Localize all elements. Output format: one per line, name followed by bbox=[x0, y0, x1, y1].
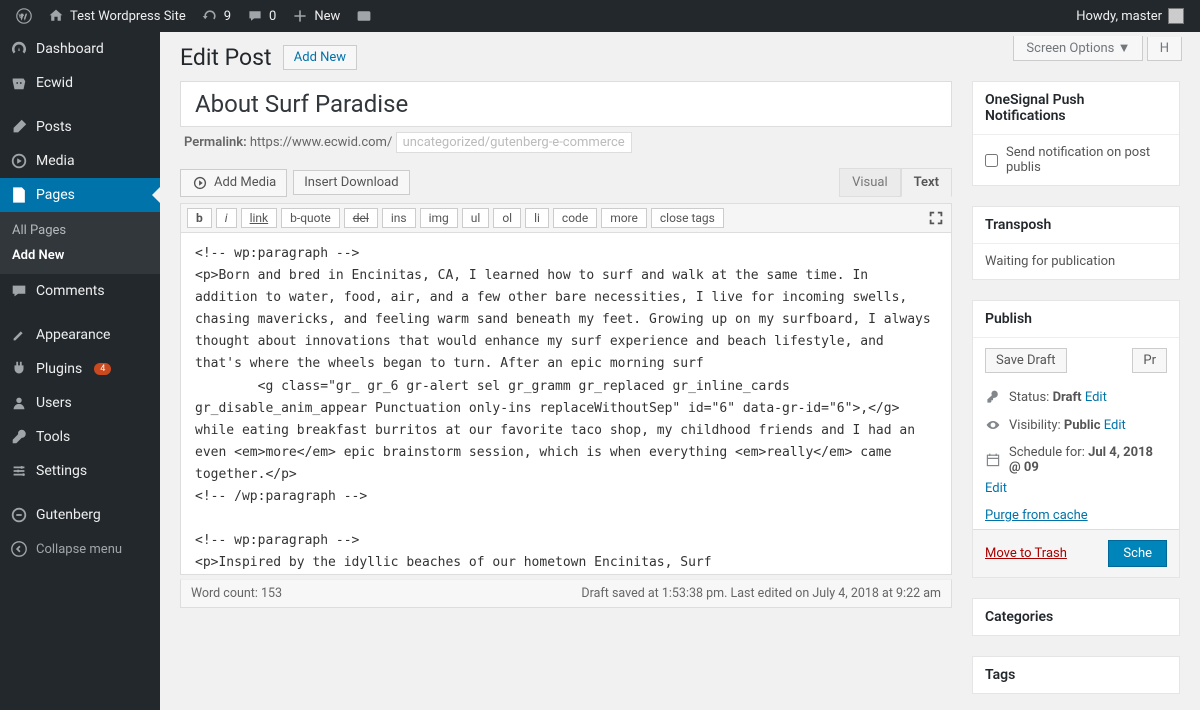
menu-dashboard[interactable]: Dashboard bbox=[0, 32, 160, 66]
visibility-row: Visibility: Public Edit bbox=[973, 411, 1179, 439]
onesignal-label: Send notification on post publis bbox=[1006, 145, 1167, 175]
menu-posts[interactable]: Posts bbox=[0, 110, 160, 144]
menu-pages[interactable]: Pages bbox=[0, 178, 160, 212]
edit-schedule[interactable]: Edit bbox=[985, 481, 1007, 496]
word-count: Word count: 153 bbox=[191, 586, 282, 601]
comments-count: 0 bbox=[269, 9, 276, 24]
content-area: Screen Options ▼ H Edit Post Add New Per… bbox=[160, 32, 1200, 710]
status-row: Status: Draft Edit bbox=[973, 383, 1179, 411]
box-tags-title: Tags bbox=[973, 657, 1179, 693]
woocommerce-icon[interactable] bbox=[348, 0, 380, 32]
box-tags[interactable]: Tags bbox=[972, 656, 1180, 694]
site-home[interactable]: Test Wordpress Site bbox=[40, 0, 194, 32]
qt-link[interactable]: link bbox=[241, 208, 278, 228]
box-transposh-text: Waiting for publication bbox=[973, 244, 1179, 279]
box-categories-title: Categories bbox=[973, 599, 1179, 635]
box-publish: Publish Save Draft Pr Status: Draft Edit… bbox=[972, 300, 1180, 578]
qt-blockquote[interactable]: b-quote bbox=[281, 208, 340, 228]
edit-status[interactable]: Edit bbox=[1085, 390, 1107, 405]
page-heading: Edit Post bbox=[180, 44, 272, 71]
admin-menu: Dashboard Ecwid Posts Media Pages All Pa… bbox=[0, 32, 160, 710]
menu-users[interactable]: Users bbox=[0, 386, 160, 420]
howdy-text: Howdy, master bbox=[1076, 9, 1162, 24]
menu-settings[interactable]: Settings bbox=[0, 454, 160, 488]
move-to-trash[interactable]: Move to Trash bbox=[985, 546, 1067, 561]
tab-text[interactable]: Text bbox=[901, 168, 952, 197]
submenu-add-new[interactable]: Add New bbox=[0, 243, 160, 268]
new-content[interactable]: New bbox=[284, 0, 348, 32]
plugins-badge: 4 bbox=[94, 363, 111, 375]
permalink-row: Permalink: https://www.ecwid.com/ uncate… bbox=[180, 127, 952, 168]
permalink-label: Permalink: bbox=[184, 135, 247, 150]
box-publish-title: Publish bbox=[973, 301, 1179, 338]
post-title-input[interactable] bbox=[180, 81, 952, 127]
tab-visual[interactable]: Visual bbox=[839, 168, 901, 197]
qt-del[interactable]: del bbox=[344, 208, 378, 228]
avatar bbox=[1168, 8, 1184, 24]
purge-cache-link[interactable]: Purge from cache bbox=[985, 508, 1088, 523]
add-media-button[interactable]: Add Media bbox=[180, 169, 287, 197]
save-draft-button[interactable]: Save Draft bbox=[985, 348, 1067, 373]
admin-toolbar: Test Wordpress Site 9 0 New Howdy, maste… bbox=[0, 0, 1200, 32]
onesignal-checkbox[interactable] bbox=[985, 154, 998, 167]
qt-ins[interactable]: ins bbox=[382, 208, 416, 228]
box-onesignal: OneSignal Push Notifications Send notifi… bbox=[972, 81, 1180, 186]
qt-more[interactable]: more bbox=[601, 208, 647, 228]
permalink-slug[interactable]: uncategorized/gutenberg-e-commerce bbox=[396, 132, 632, 153]
eye-icon bbox=[985, 417, 1001, 433]
menu-comments[interactable]: Comments bbox=[0, 274, 160, 308]
insert-download-button[interactable]: Insert Download bbox=[293, 170, 409, 195]
menu-ecwid[interactable]: Ecwid bbox=[0, 66, 160, 100]
post-content-editor[interactable] bbox=[180, 233, 952, 575]
box-transposh: Transposh Waiting for publication bbox=[972, 206, 1180, 280]
editor-status-bar: Word count: 153 Draft saved at 1:53:38 p… bbox=[180, 579, 952, 608]
updates[interactable]: 9 bbox=[194, 0, 239, 32]
submenu-all-pages[interactable]: All Pages bbox=[0, 218, 160, 243]
schedule-button[interactable]: Sche bbox=[1108, 540, 1167, 567]
qt-bold[interactable]: b bbox=[187, 208, 212, 228]
qt-code[interactable]: code bbox=[553, 208, 597, 228]
qt-img[interactable]: img bbox=[420, 208, 458, 228]
comments-bubble[interactable]: 0 bbox=[239, 0, 284, 32]
edit-visibility[interactable]: Edit bbox=[1104, 418, 1126, 433]
submenu-pages: All Pages Add New bbox=[0, 212, 160, 274]
wp-logo[interactable] bbox=[8, 0, 40, 32]
menu-gutenberg[interactable]: Gutenberg bbox=[0, 498, 160, 532]
calendar-icon bbox=[985, 452, 1001, 468]
menu-plugins[interactable]: Plugins4 bbox=[0, 352, 160, 386]
qt-italic[interactable]: i bbox=[216, 208, 237, 228]
permalink-base: https://www.ecwid.com/ bbox=[250, 135, 392, 150]
qt-ul[interactable]: ul bbox=[462, 208, 490, 228]
add-new-button[interactable]: Add New bbox=[283, 45, 357, 70]
editor-tabs: Visual Text bbox=[839, 168, 952, 197]
schedule-row: Schedule for: Jul 4, 2018 @ 09 bbox=[973, 439, 1179, 481]
help-toggle[interactable]: H bbox=[1147, 37, 1182, 61]
updates-count: 9 bbox=[224, 9, 231, 24]
quicktags-toolbar: b i link b-quote del ins img ul ol li co… bbox=[180, 203, 952, 233]
box-transposh-title: Transposh bbox=[973, 207, 1179, 244]
qt-li[interactable]: li bbox=[525, 208, 549, 228]
preview-button[interactable]: Pr bbox=[1132, 348, 1167, 373]
menu-tools[interactable]: Tools bbox=[0, 420, 160, 454]
menu-media[interactable]: Media bbox=[0, 144, 160, 178]
menu-appearance[interactable]: Appearance bbox=[0, 318, 160, 352]
qt-close-tags[interactable]: close tags bbox=[651, 208, 724, 228]
my-account[interactable]: Howdy, master bbox=[1068, 0, 1192, 32]
key-icon bbox=[985, 389, 1001, 405]
site-name: Test Wordpress Site bbox=[70, 9, 186, 24]
screen-options-toggle[interactable]: Screen Options ▼ bbox=[1013, 36, 1143, 61]
new-label: New bbox=[314, 9, 340, 24]
fullscreen-icon[interactable] bbox=[927, 209, 945, 227]
collapse-menu[interactable]: Collapse menu bbox=[0, 532, 160, 566]
box-onesignal-title: OneSignal Push Notifications bbox=[973, 82, 1179, 135]
box-categories[interactable]: Categories bbox=[972, 598, 1180, 636]
last-edit-info: Draft saved at 1:53:38 pm. Last edited o… bbox=[581, 586, 941, 601]
qt-ol[interactable]: ol bbox=[493, 208, 521, 228]
